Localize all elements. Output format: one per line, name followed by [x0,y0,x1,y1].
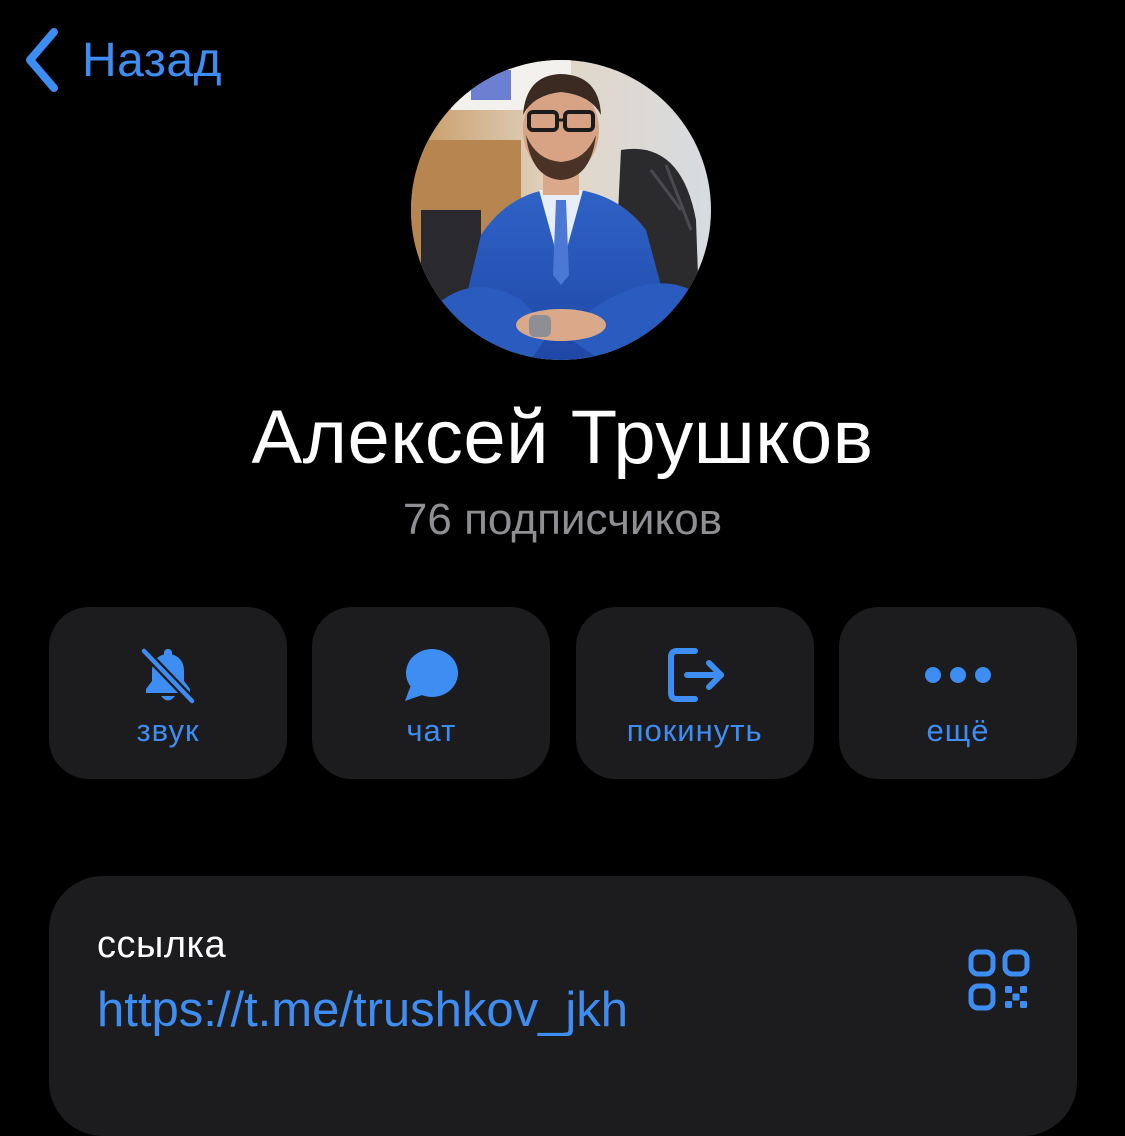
link-url[interactable]: https://t.me/trushkov_jkh [97,982,628,1038]
back-button-label: Назад [82,33,223,87]
bell-slash-icon [139,646,197,705]
back-button[interactable]: Назад [18,24,222,96]
leave-button[interactable]: покинуть [575,607,814,779]
mute-button-label: звук [136,713,200,748]
action-bar: звук чат покинуть ещё [49,607,1077,779]
leave-button-label: покинуть [626,713,763,748]
avatar-photo [411,60,711,360]
subscriber-count: 76 подписчиков [402,495,723,544]
qr-code-icon[interactable] [967,948,1031,1012]
leave-icon [667,648,724,702]
chat-bubble-icon [405,649,459,701]
chat-button-label: чат [406,713,457,748]
more-button-label: ещё [926,713,990,748]
avatar[interactable] [411,60,711,360]
link-card: ссылка https://t.me/trushkov_jkh [49,876,1077,1136]
mute-button[interactable]: звук [49,607,287,779]
more-button[interactable]: ещё [838,607,1077,779]
link-label: ссылка [97,924,227,966]
more-dots-icon [924,667,991,683]
profile-name: Алексей Трушков [251,395,874,480]
chevron-left-icon [26,28,58,92]
chat-button[interactable]: чат [312,607,551,779]
